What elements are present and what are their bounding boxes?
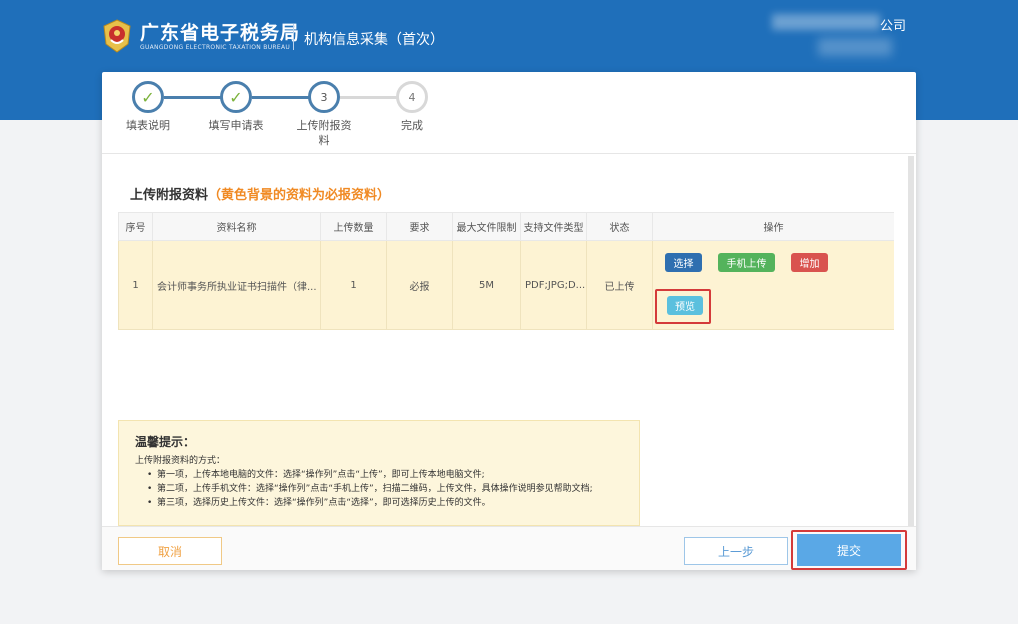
submit-button[interactable]: 提交 xyxy=(797,534,901,566)
file-types: PDF;JPG;D... xyxy=(520,240,587,330)
preview-button[interactable]: 预览 xyxy=(667,296,703,315)
step-3-number: 3 xyxy=(320,90,328,104)
column-header: 状态 xyxy=(586,212,653,241)
table-header-row: 序号 资料名称 上传数量 要求 最大文件限制 支持文件类型 状态 操作 xyxy=(118,212,894,241)
tips-intro: 上传附报资料的方式： xyxy=(135,456,226,466)
previous-step-button[interactable]: 上一步 xyxy=(684,537,788,565)
brand-title: 广东省电子税务局 xyxy=(140,22,301,44)
step-3-label: 上传附报资料 xyxy=(296,119,352,147)
select-button[interactable]: 选择 xyxy=(665,253,702,272)
section-title-text: 上传附报资料 xyxy=(130,188,209,203)
main-panel: ✓ 填表说明 ✓ 填写申请表 3 上传附报资料 4 完成 上传附报资料（黄色背景… xyxy=(102,72,916,570)
step-connector xyxy=(252,96,310,99)
step-2-circle: ✓ xyxy=(220,81,252,113)
column-header: 最大文件限制 xyxy=(452,212,521,241)
tips-item: 第一项，上传本地电脑的文件：选择“操作列”点击“上传”，即可上传本地电脑文件; xyxy=(147,468,623,482)
step-1-circle: ✓ xyxy=(132,81,164,113)
tips-item: 第二项，上传手机文件：选择“操作列”点击“手机上传”，扫描二维码，上传文件，具体… xyxy=(147,482,623,496)
cancel-button[interactable]: 取消 xyxy=(118,537,222,565)
step-4-label: 完成 xyxy=(401,119,423,132)
max-file-size: 5M xyxy=(452,240,521,330)
step-3-circle: 3 xyxy=(308,81,340,113)
step-4-number: 4 xyxy=(408,90,416,104)
actions-cell: 选择 手机上传 增加 预览 xyxy=(652,240,894,330)
tips-list: 第一项，上传本地电脑的文件：选择“操作列”点击“上传”，即可上传本地电脑文件; … xyxy=(147,468,623,510)
tax-bureau-emblem-icon xyxy=(103,19,131,53)
actions-group: 选择 手机上传 增加 预览 xyxy=(653,241,894,329)
company-info-blurred xyxy=(818,38,892,56)
step-1-label: 填表说明 xyxy=(126,119,170,132)
column-header: 操作 xyxy=(652,212,894,241)
vertical-scrollbar[interactable] xyxy=(908,156,914,526)
company-name-blurred xyxy=(772,14,880,30)
add-button[interactable]: 增加 xyxy=(791,253,828,272)
scrollbar-thumb[interactable] xyxy=(908,156,914,526)
checkmark-icon: ✓ xyxy=(229,87,243,107)
upload-count: 1 xyxy=(320,240,387,330)
requirement: 必报 xyxy=(386,240,453,330)
tips-item: 第三项，选择历史上传文件：选择“操作列”点击“选择”，即可选择历史上传的文件。 xyxy=(147,496,623,510)
column-header: 要求 xyxy=(386,212,453,241)
document-name: 会计师事务所执业证书扫描件（律... xyxy=(152,240,321,330)
row-index: 1 xyxy=(118,240,153,330)
step-4-circle: 4 xyxy=(396,81,428,113)
progress-stepper: ✓ 填表说明 ✓ 填写申请表 3 上传附报资料 4 完成 xyxy=(102,72,916,154)
section-note: （黄色背景的资料为必报资料） xyxy=(208,188,391,203)
header-divider xyxy=(293,24,294,50)
column-header: 资料名称 xyxy=(152,212,321,241)
column-header: 上传数量 xyxy=(320,212,387,241)
tips-box: 温馨提示： 上传附报资料的方式： 第一项，上传本地电脑的文件：选择“操作列”点击… xyxy=(118,420,640,526)
company-name[interactable]: 公司 xyxy=(880,15,906,34)
column-header: 序号 xyxy=(118,212,153,241)
tips-title: 温馨提示： xyxy=(135,435,196,449)
step-connector xyxy=(340,96,398,99)
upload-status: 已上传 xyxy=(586,240,653,330)
footer-bar: 取消 上一步 提交 xyxy=(102,526,916,570)
step-2-label: 填写申请表 xyxy=(208,119,264,132)
section-title: 上传附报资料（黄色背景的资料为必报资料） xyxy=(130,184,390,203)
column-header: 支持文件类型 xyxy=(520,212,587,241)
page-subtitle: 机构信息采集（首次） xyxy=(304,32,444,48)
brand-subtitle-en: GUANGDONG ELECTRONIC TAXATION BUREAU xyxy=(140,44,291,51)
checkmark-icon: ✓ xyxy=(141,87,155,107)
attachments-table: 序号 资料名称 上传数量 要求 最大文件限制 支持文件类型 状态 操作 1 会计… xyxy=(118,212,894,330)
mobile-upload-button[interactable]: 手机上传 xyxy=(718,253,775,272)
table-row: 1 会计师事务所执业证书扫描件（律... 1 必报 5M PDF;JPG;D..… xyxy=(118,240,894,330)
